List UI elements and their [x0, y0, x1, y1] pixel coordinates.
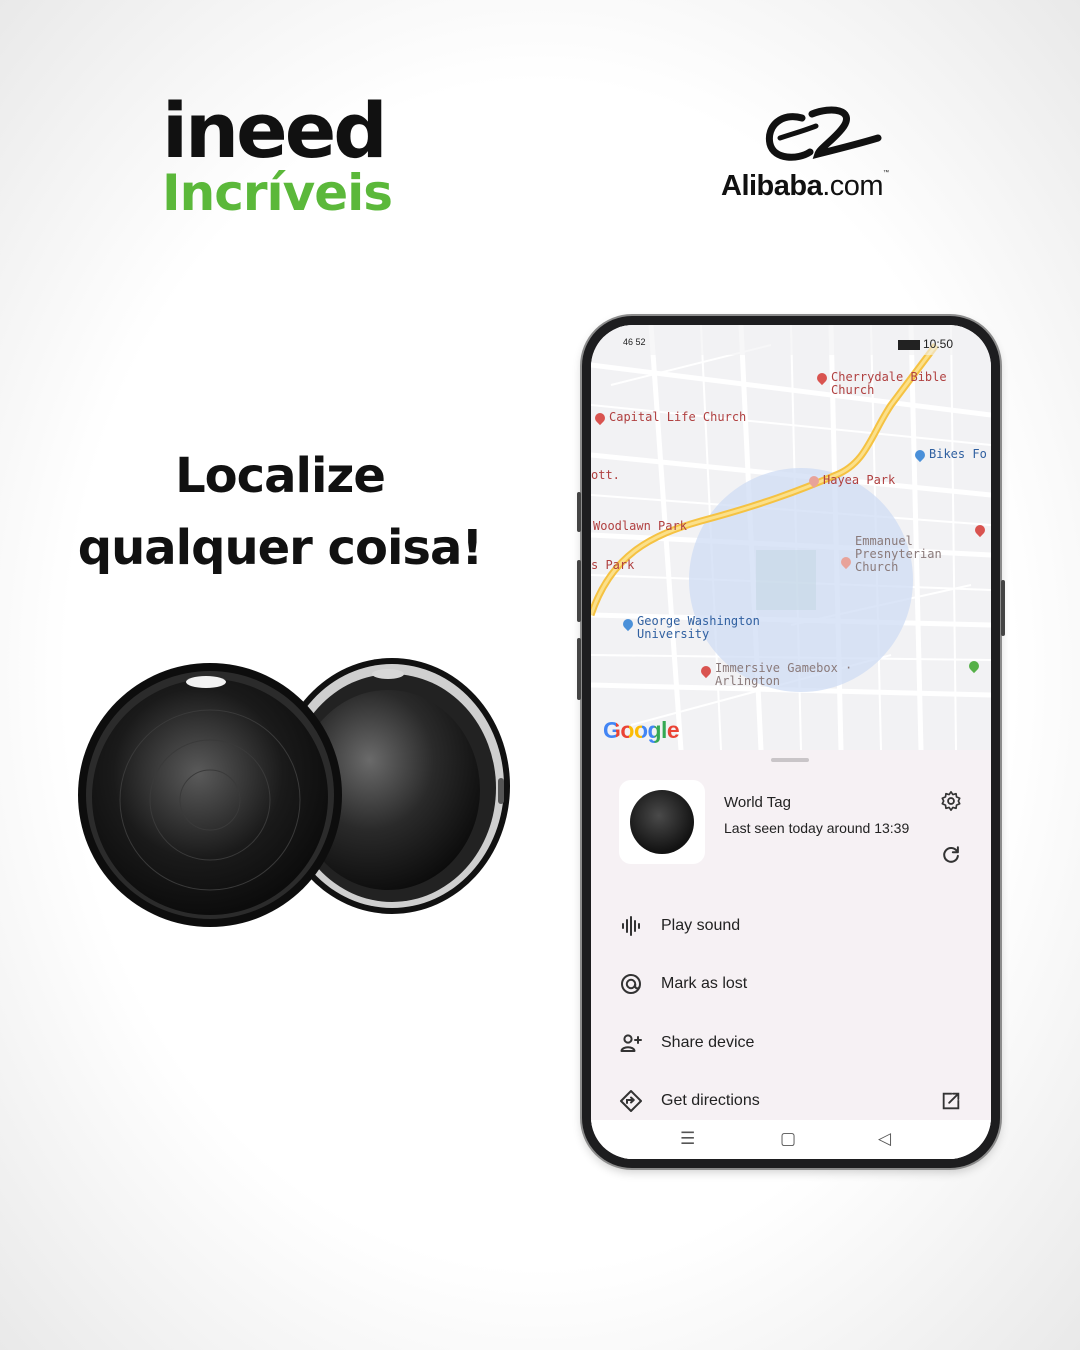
alibaba-name: Alibaba — [721, 170, 823, 202]
battery-icon — [898, 339, 920, 350]
device-last-seen: Last seen today around 13:39 — [724, 820, 910, 836]
map-pin-red-edge[interactable] — [972, 521, 989, 539]
action-label: Share device — [661, 1034, 755, 1051]
phone-volume-up — [577, 492, 581, 532]
map-poi-label: Cherrydale Bible Church — [831, 370, 947, 397]
map-poi-cherrydale[interactable]: Cherrydale Bible Church — [814, 370, 949, 397]
action-label: Play sound — [661, 917, 741, 934]
device-thumbnail — [619, 780, 705, 864]
refresh-icon[interactable] — [940, 844, 962, 866]
phone-screen: 46 52 10:50 Cherrydale Bible Church Capi… — [591, 325, 991, 1159]
map-pin-icon — [814, 370, 830, 385]
headline: Localize qualquer coisa! — [60, 440, 500, 584]
map-pin-icon — [912, 447, 928, 462]
phone-mockup: 46 52 10:50 Cherrydale Bible Church Capi… — [577, 316, 1005, 1168]
map-pin-icon — [806, 473, 822, 488]
map-pin-green[interactable] — [966, 657, 983, 675]
map-poi-label: s Park — [591, 558, 635, 572]
map-poi-bikes[interactable]: Bikes Fo — [912, 447, 987, 462]
mark-lost-icon — [619, 972, 643, 996]
map-pin-icon — [966, 658, 982, 673]
settings-gear-icon[interactable] — [940, 790, 962, 812]
nav-back-button[interactable]: ◁ — [878, 1129, 891, 1149]
map-poi-hayea[interactable]: Hayea Park — [806, 473, 896, 488]
nav-home-button[interactable]: ▢ — [780, 1129, 796, 1149]
google-logo-text: Google — [603, 717, 680, 743]
alibaba-logo: Alibaba.com™ — [718, 104, 918, 204]
system-nav-bar: ☰ ▢ ◁ — [591, 1120, 991, 1159]
google-logo: Google — [603, 717, 680, 744]
map-poi-gamebox[interactable]: Immersive Gamebox · Arlington — [698, 661, 875, 688]
brand-line-1: ineed — [162, 86, 388, 175]
action-play-sound[interactable]: Play sound — [619, 911, 969, 941]
map-poi-woodlawn[interactable]: Woodlawn Park — [593, 520, 687, 533]
map-view[interactable]: 46 52 10:50 Cherrydale Bible Church Capi… — [591, 325, 991, 750]
map-poi-label: Immersive Gamebox · Arlington — [715, 661, 853, 688]
map-poi-label: Capital Life Church — [609, 410, 747, 424]
device-name: World Tag — [724, 794, 791, 811]
status-time: 10:50 — [923, 337, 954, 351]
action-share-device[interactable]: Share device — [619, 1028, 969, 1058]
brand-line-2: Incríveis — [162, 164, 393, 222]
action-mark-lost[interactable]: Mark as lost — [619, 969, 969, 999]
person-add-icon — [619, 1031, 643, 1055]
nav-menu-button[interactable]: ☰ — [680, 1129, 695, 1149]
map-poi-label: Bikes Fo — [929, 447, 987, 461]
map-pin-icon — [972, 522, 988, 537]
alibaba-glyph-icon — [765, 106, 882, 161]
action-label: Mark as lost — [661, 975, 748, 992]
headline-line-1: Localize — [175, 448, 386, 504]
map-poi-label: Hayea Park — [823, 473, 896, 487]
alibaba-domain: .com — [822, 170, 884, 202]
alibaba-wordmark: Alibaba.com™ — [721, 170, 889, 203]
phone-side-button — [577, 638, 581, 700]
sheet-drag-handle[interactable] — [771, 758, 809, 762]
sound-wave-icon — [619, 914, 643, 938]
map-poi-label: ott. — [591, 468, 620, 482]
map-poi-ott[interactable]: ott. — [591, 469, 620, 482]
action-get-directions[interactable]: Get directions — [619, 1086, 969, 1116]
map-poi-emmanuel[interactable]: Emmanuel Presnyterian Church — [838, 534, 955, 574]
alibaba-tm: ™ — [883, 170, 889, 176]
map-poi-label: George Washington University — [637, 614, 760, 641]
status-time-group: 10:50 — [898, 337, 953, 351]
headline-line-2: qualquer coisa! — [77, 520, 484, 576]
map-poi-park[interactable]: s Park — [591, 559, 634, 572]
action-label: Get directions — [661, 1092, 760, 1109]
map-poi-gwu[interactable]: George Washington University — [620, 614, 787, 641]
phone-volume-down — [577, 560, 581, 622]
map-poi-label: Emmanuel Presnyterian Church — [855, 534, 942, 574]
status-signal: 46 52 — [623, 337, 646, 347]
map-pin-icon — [592, 410, 608, 425]
tracker-tags-image — [70, 650, 520, 940]
directions-icon — [619, 1089, 643, 1113]
phone-power-button — [1001, 580, 1005, 636]
brand-logo: ineed Incríveis — [162, 86, 393, 222]
device-sheet: World Tag Last seen today around 13:39 P… — [591, 750, 991, 1159]
open-external-icon[interactable] — [940, 1090, 962, 1112]
status-bar: 46 52 10:50 — [591, 337, 991, 353]
map-poi-capital-life[interactable]: Capital Life Church — [592, 410, 747, 425]
map-poi-label: Woodlawn Park — [593, 519, 687, 533]
tag-image — [630, 790, 694, 854]
